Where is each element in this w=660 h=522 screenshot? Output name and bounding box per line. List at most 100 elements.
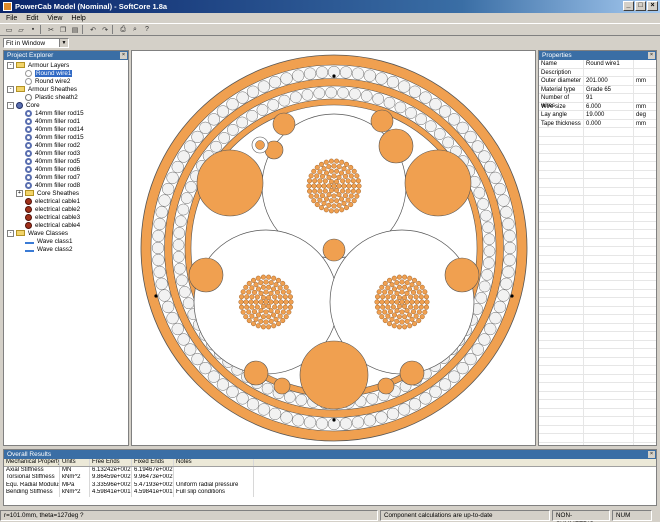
property-value[interactable]: 91 — [584, 94, 634, 102]
collapse-icon[interactable]: - — [7, 101, 14, 109]
open-folder-icon[interactable]: ▱ — [16, 25, 26, 35]
property-row[interactable]: Tape thickness 0.000 mm — [539, 119, 656, 128]
menu-edit[interactable]: Edit — [26, 15, 38, 22]
conductor-strand — [392, 286, 398, 292]
redo-icon[interactable]: ↷ — [100, 25, 110, 35]
tree-item[interactable]: 14mm filler rod15 — [4, 109, 128, 117]
conductor-strand — [239, 304, 245, 310]
folder-icon — [25, 190, 34, 196]
armour-wire — [325, 86, 338, 99]
column-header[interactable]: Fixed Ends — [132, 459, 174, 466]
tree-item[interactable]: 40mm filler rod1 — [4, 117, 128, 125]
copy-icon[interactable]: ❐ — [58, 25, 68, 35]
menu-view[interactable]: View — [47, 15, 62, 22]
table-row[interactable]: Axial Stiffness MN 6.13242e+002 6.19467e+00… — [4, 466, 656, 474]
cross-section-canvas[interactable] — [131, 50, 536, 446]
property-row[interactable]: Lay angle 19.000 deg — [539, 111, 656, 120]
collapse-icon[interactable]: - — [7, 61, 14, 69]
save-icon[interactable]: ▪ — [28, 25, 38, 35]
chevron-down-icon[interactable]: ▼ — [59, 39, 68, 47]
conductor-strand — [380, 304, 386, 310]
tree-item[interactable]: Wave class2 — [4, 245, 128, 253]
tree-item[interactable]: - Core — [4, 101, 128, 109]
column-header[interactable]: Notes — [174, 459, 254, 466]
property-value[interactable]: Grade 65 — [584, 85, 634, 93]
table-row[interactable]: Equ. Radial Modulus MPa 3.33596e+002 5.4719… — [4, 481, 656, 489]
property-row[interactable]: Material type Grade 65 — [539, 85, 656, 94]
minimize-button[interactable]: _ — [623, 1, 634, 11]
new-file-icon[interactable]: ▭ — [4, 25, 14, 35]
tree-item[interactable]: 40mm filler rod2 — [4, 141, 128, 149]
results-close-icon[interactable]: × — [648, 451, 655, 458]
paste-icon[interactable]: ▤ — [70, 25, 80, 35]
menu-file[interactable]: File — [6, 15, 17, 22]
armour-wire — [246, 109, 258, 122]
cut-icon[interactable]: ✂ — [46, 25, 56, 35]
property-value[interactable]: 0.000 — [584, 119, 634, 127]
table-cell: 6.13242e+002 — [92, 466, 132, 474]
property-row[interactable]: Number of wires 91 — [539, 94, 656, 109]
help-icon[interactable]: ? — [142, 25, 152, 35]
tree-item[interactable]: 40mm filler rod7 — [4, 173, 128, 181]
tree-item[interactable]: Plastic sheath2 — [4, 93, 128, 101]
tree-item[interactable]: 40mm filler rod14 — [4, 125, 128, 133]
conductor-strand — [376, 309, 382, 315]
conductor-strand — [414, 299, 420, 305]
property-value[interactable]: 19.000 — [584, 111, 634, 119]
property-row[interactable]: Name Round wire1 — [539, 60, 656, 69]
tree-item[interactable]: + Core Sheathes — [4, 189, 128, 197]
undo-icon[interactable]: ↶ — [88, 25, 98, 35]
tree-item[interactable]: - Armour Sheathes — [4, 85, 128, 93]
column-header[interactable]: Mechanical Property — [4, 459, 60, 466]
armour-wire — [363, 69, 376, 82]
explorer-close-icon[interactable]: × — [120, 52, 127, 59]
properties-close-icon[interactable]: × — [648, 52, 655, 59]
tree-item[interactable]: - Wave Classes — [4, 229, 128, 237]
property-value[interactable]: 201.000 — [584, 77, 634, 85]
conductor-strand — [404, 280, 410, 286]
conductor-strand — [345, 178, 351, 184]
property-row[interactable]: Description — [539, 68, 656, 77]
tree-item[interactable]: Round wire2 — [4, 77, 128, 85]
tree-item[interactable]: electrical cable1 — [4, 197, 128, 205]
collapse-icon[interactable]: - — [7, 85, 14, 93]
close-button[interactable]: × — [647, 1, 658, 11]
filler-icon — [25, 149, 32, 157]
property-value[interactable] — [584, 68, 634, 76]
tree-item[interactable]: 40mm filler rod15 — [4, 133, 128, 141]
menu-help[interactable]: Help — [71, 15, 85, 22]
table-cell: 4.59841e+001 — [134, 489, 174, 497]
property-row[interactable]: Wire size 6.000 mm — [539, 102, 656, 111]
tree-item[interactable]: 40mm filler rod5 — [4, 157, 128, 165]
cable-icon — [25, 205, 32, 213]
maximize-button[interactable]: □ — [635, 1, 646, 11]
zoom-select[interactable]: Fit in Window ▼ — [3, 38, 69, 48]
expand-icon[interactable]: + — [16, 189, 23, 197]
collapse-icon[interactable]: - — [7, 229, 14, 237]
armour-wire — [503, 241, 517, 255]
conductor-strand — [268, 299, 274, 305]
print-preview-icon[interactable]: ⌕ — [130, 25, 140, 35]
tree-item[interactable]: electrical cable2 — [4, 205, 128, 213]
tree-item[interactable]: electrical cable4 — [4, 221, 128, 229]
armour-wire — [489, 171, 502, 185]
armour-wire — [236, 392, 249, 405]
table-row[interactable]: Bending Stiffness kNm^2 4.59841e+001 4.5984… — [4, 489, 656, 497]
tree-item[interactable]: Wave class1 — [4, 237, 128, 245]
table-row[interactable]: Torsional Stiffness kNm^2 9.86459e+002 9.96… — [4, 474, 656, 482]
property-value[interactable]: 6.000 — [584, 102, 634, 110]
column-header[interactable]: Free Ends — [90, 459, 132, 466]
tree-item[interactable]: 40mm filler rod3 — [4, 149, 128, 157]
armour-wire — [257, 403, 271, 416]
tree-item[interactable]: Round wire1 — [4, 69, 128, 77]
conductor-strand — [341, 183, 347, 189]
print-icon[interactable]: ⎙ — [118, 25, 128, 35]
column-header[interactable]: Units — [60, 459, 90, 466]
property-row[interactable]: Outer diameter 201.000 mm — [539, 77, 656, 86]
conductor-strand — [389, 282, 395, 288]
tree-item[interactable]: 40mm filler rod6 — [4, 165, 128, 173]
tree-item[interactable]: - Armour Layers — [4, 61, 128, 69]
tree-item[interactable]: 40mm filler rod8 — [4, 181, 128, 189]
property-value[interactable]: Round wire1 — [584, 60, 634, 68]
tree-item[interactable]: electrical cable3 — [4, 213, 128, 221]
